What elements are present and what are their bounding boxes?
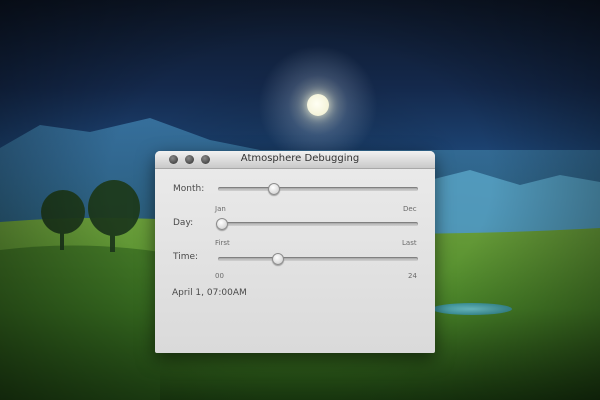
- day-label: Day:: [173, 218, 194, 228]
- day-max-label: Last: [402, 239, 417, 247]
- day-min-label: First: [215, 239, 230, 247]
- day-slider-track[interactable]: [216, 218, 418, 230]
- time-min-label: 00: [215, 272, 224, 280]
- month-label: Month:: [173, 184, 205, 194]
- month-slider-knob[interactable]: [267, 183, 280, 195]
- month-slider-track[interactable]: [218, 183, 418, 195]
- time-slider-track[interactable]: [218, 253, 418, 265]
- atmosphere-debugging-window: Atmosphere Debugging Month: Jan Dec Day:…: [155, 151, 435, 353]
- month-min-label: Jan: [215, 205, 226, 213]
- window-title: Atmosphere Debugging: [240, 153, 360, 164]
- close-window-button[interactable]: [169, 155, 178, 164]
- minimize-window-button[interactable]: [185, 155, 194, 164]
- zoom-window-button[interactable]: [201, 155, 210, 164]
- time-label: Time:: [173, 252, 199, 262]
- day-slider-knob[interactable]: [216, 218, 228, 230]
- window-titlebar[interactable]: Atmosphere Debugging: [155, 151, 435, 169]
- month-max-label: Dec: [403, 205, 417, 213]
- time-slider-knob[interactable]: [271, 253, 284, 265]
- date-time-readout: April 1, 07:00AM: [172, 288, 247, 298]
- time-max-label: 24: [408, 272, 417, 280]
